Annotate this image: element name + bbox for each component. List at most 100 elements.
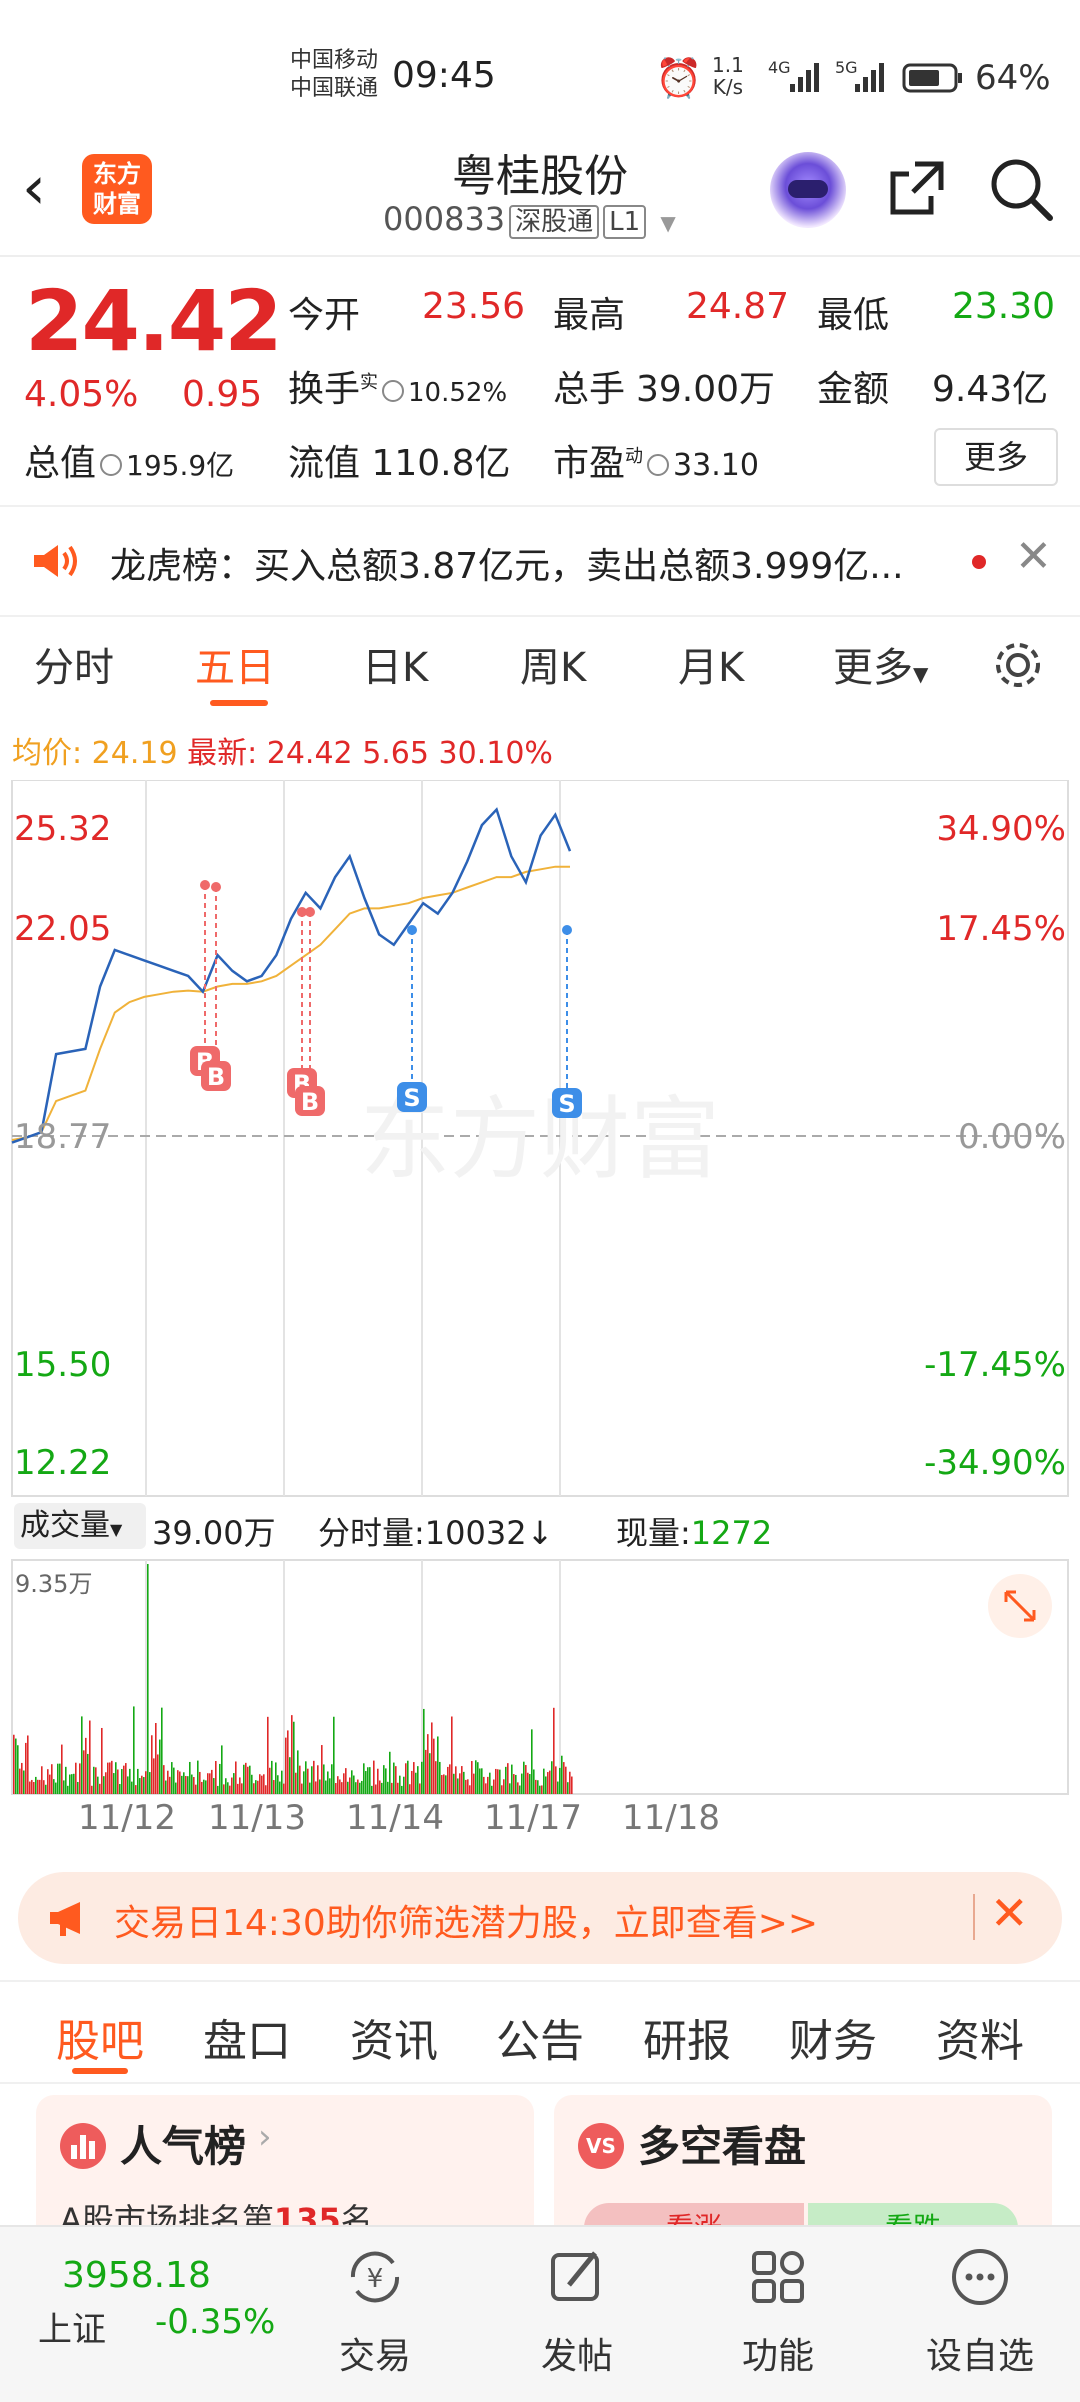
tab-intraday[interactable]: 分时	[34, 635, 114, 693]
ranking-icon	[60, 2123, 106, 2169]
volume-bar	[493, 1779, 495, 1794]
buy-marker[interactable]: B	[287, 907, 317, 1098]
grid-icon	[752, 2251, 804, 2303]
volume-bar	[489, 1772, 491, 1794]
assistant-avatar[interactable]	[770, 152, 846, 228]
settings-gear-icon[interactable]	[990, 637, 1046, 693]
volume-bar	[165, 1780, 167, 1794]
volume-bar	[61, 1744, 63, 1794]
volume-bar	[111, 1760, 113, 1794]
volume-bar	[427, 1734, 429, 1794]
volume-bar	[445, 1775, 447, 1794]
bull-bear-card[interactable]: VS 多空看盘 看涨 看跌	[554, 2095, 1052, 2253]
tab-more[interactable]: 更多▼	[833, 635, 928, 693]
y-axis-pct-label: 17.45%	[936, 909, 1066, 949]
volume-bar	[353, 1775, 355, 1794]
volume-bar	[205, 1780, 207, 1794]
volume-bar	[213, 1778, 215, 1794]
index-value[interactable]: 3958.18	[62, 2255, 211, 2296]
volume-bar	[189, 1761, 191, 1794]
volume-bar	[491, 1785, 493, 1794]
volume-bar	[331, 1764, 333, 1794]
search-icon[interactable]	[988, 156, 1056, 224]
tab-announcements[interactable]: 公告	[496, 2005, 584, 2069]
volume-bar	[181, 1775, 183, 1794]
volume-bar	[97, 1776, 99, 1794]
volume-select[interactable]: 成交量▼	[14, 1503, 146, 1549]
current-volume: 现量:1272	[616, 1514, 773, 1552]
volume-bar	[541, 1785, 543, 1794]
volume-bar	[363, 1763, 365, 1794]
volume-bar	[549, 1770, 551, 1794]
close-icon[interactable]: ✕	[1015, 531, 1052, 582]
volume-bar	[137, 1768, 139, 1794]
popularity-card[interactable]: 人气榜 › A股市场排名第135名	[36, 2095, 534, 2245]
stock-code-row[interactable]: 000833 深股通 L1 ▼	[383, 200, 676, 239]
volume-bar	[281, 1770, 283, 1794]
tab-weekly-k[interactable]: 周K	[520, 635, 586, 693]
tab-research[interactable]: 研报	[643, 2005, 731, 2069]
volume-bar	[311, 1766, 313, 1794]
volume-bar	[365, 1771, 367, 1794]
tab-forum[interactable]: 股吧	[56, 2005, 144, 2069]
tab-financials[interactable]: 财务	[789, 2005, 877, 2069]
volume-bar	[21, 1762, 23, 1794]
volume-bar	[235, 1761, 237, 1794]
bottom-navigation: 3958.18 上证 -0.35% ¥ 交易 发帖 功能 设自选	[0, 2225, 1080, 2402]
avg-price: 24.19	[91, 736, 178, 771]
volume-bar	[211, 1769, 213, 1794]
svg-text:S: S	[558, 1090, 575, 1118]
pe-row[interactable]: 市盈动 33.10	[553, 434, 759, 486]
info-icon	[647, 454, 670, 476]
index-name[interactable]: 上证	[38, 2302, 106, 2351]
close-icon[interactable]: ✕	[990, 1886, 1029, 1940]
volume-bar	[261, 1775, 263, 1794]
volume-bar	[569, 1771, 571, 1794]
volume-bar	[115, 1762, 117, 1794]
volume-bar	[495, 1768, 497, 1794]
volume-bar	[349, 1777, 351, 1794]
tab-monthly-k[interactable]: 月K	[678, 635, 744, 693]
five-day-price-chart[interactable]: 东方财富 BBBBSS 25.3222.0518.7715.5012.22 34…	[0, 780, 1080, 1500]
sell-marker[interactable]: S	[552, 925, 582, 1118]
tab-profile[interactable]: 资料	[936, 2005, 1024, 2069]
volume-bar	[347, 1781, 349, 1794]
volume-bar	[35, 1776, 37, 1794]
promo-banner[interactable]: 交易日14:30助你筛选潜力股，立即查看>> ✕	[18, 1872, 1062, 1964]
volume-bar	[435, 1761, 437, 1794]
tab-order-book[interactable]: 盘口	[203, 2005, 291, 2069]
volume-label: 总手	[553, 369, 626, 410]
index-pct[interactable]: -0.35%	[155, 2302, 275, 2342]
volume-bar	[57, 1763, 59, 1794]
volume-bar	[279, 1781, 281, 1794]
svg-text:B: B	[301, 1088, 319, 1116]
more-quote-button[interactable]: 更多	[934, 428, 1058, 486]
volume-bar	[233, 1773, 235, 1794]
turnover-row[interactable]: 换手实 10.52%	[288, 360, 507, 412]
amount-label: 金额	[817, 369, 890, 410]
volume-bar	[555, 1766, 557, 1794]
volume-bar	[225, 1778, 227, 1794]
float-cap-value: 110.8亿	[371, 443, 511, 484]
x-axis-date-label: 11/12	[78, 1798, 176, 1838]
caret-down-icon: ▼	[660, 211, 676, 235]
volume-bar	[29, 1781, 31, 1794]
volume-bar	[507, 1763, 509, 1794]
low-label: 最低	[817, 295, 890, 336]
volume-bar	[419, 1783, 421, 1794]
volume-bar	[191, 1774, 193, 1794]
share-icon[interactable]	[885, 156, 949, 220]
notice-text: 龙虎榜：买入总额3.87亿元，卖出总额3.999亿...	[110, 546, 904, 587]
market-cap-row[interactable]: 总值 195.9亿	[24, 434, 234, 486]
tab-daily-k[interactable]: 日K	[362, 635, 428, 693]
volume-bar	[481, 1768, 483, 1794]
volume-bar	[463, 1771, 465, 1794]
tab-five-day[interactable]: 五日	[195, 635, 275, 693]
volume-chart[interactable]: 9.35万	[0, 1558, 1080, 1798]
dragon-tiger-notice[interactable]: 龙虎榜：买入总额3.87亿元，卖出总额3.999亿... ✕	[0, 505, 1080, 617]
more-dots-icon	[952, 2249, 1008, 2305]
volume-bar	[375, 1784, 377, 1794]
volume-bar	[431, 1722, 433, 1794]
volume-bar	[345, 1768, 347, 1794]
tab-news[interactable]: 资讯	[350, 2005, 438, 2069]
